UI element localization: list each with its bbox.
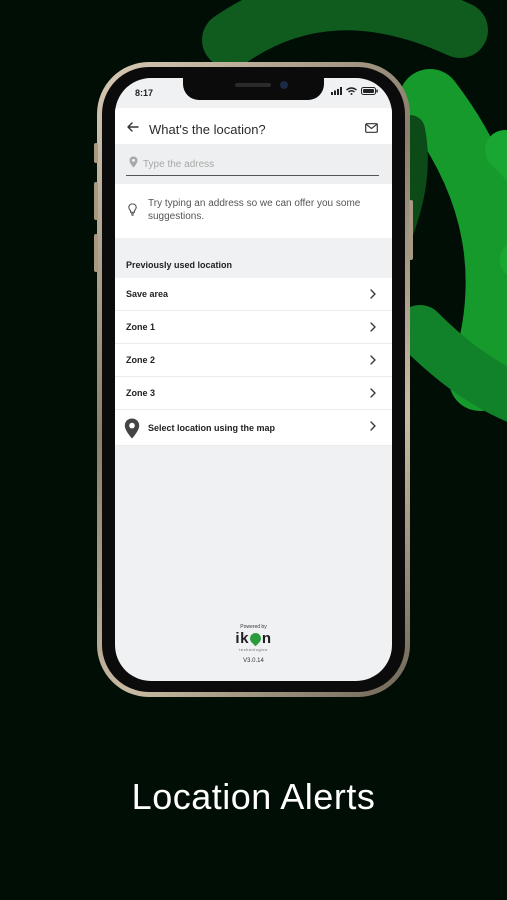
logo-subtitle: technologies [239,647,268,652]
map-option-label: Select location using the map [148,422,276,433]
ikon-logo: ik n [115,631,392,647]
app-header: What's the location? [115,108,392,144]
logo-text-left: ik [235,630,249,647]
chevron-right-icon [370,322,376,332]
select-location-on-map-item[interactable]: Select location using the map [115,410,392,446]
search-underline [126,175,379,176]
hint-text: Try typing an address so we can offer yo… [148,198,361,222]
page-title: What's the location? [149,122,266,137]
address-search-input[interactable] [143,156,363,172]
signal-icon [331,87,342,95]
location-item-label: Zone 3 [126,388,156,398]
powered-by-footer: Powered by ik n technologies V3.0.14 [115,624,392,664]
location-item-label: Zone 1 [126,322,156,332]
lightbulb-icon [128,203,137,216]
powered-by-text: Powered by [240,624,267,630]
location-pin-icon [129,156,138,168]
location-item-label: Zone 2 [126,355,156,365]
location-item-zone-2[interactable]: Zone 2 [115,344,392,377]
mute-switch [94,143,98,163]
logo-pin-mark [247,630,264,647]
chevron-right-icon [370,355,376,365]
location-item-zone-1[interactable]: Zone 1 [115,311,392,344]
wifi-icon [346,87,357,95]
previous-locations-title: Previously used location [126,260,233,270]
location-item-zone-3[interactable]: Zone 3 [115,377,392,410]
phone-screen: 8:17 What's the location? Type the adres… [115,78,392,681]
location-item-save-area[interactable]: Save area [115,278,392,311]
map-pin-icon [124,418,140,439]
chevron-right-icon [370,388,376,398]
chevron-right-icon [370,289,376,299]
previous-locations-list: Save area Zone 1 Zone 2 Zone 3 Select lo… [115,278,392,446]
speaker-grill [235,83,271,87]
chevron-right-icon [370,421,376,431]
volume-up-button [94,182,98,220]
battery-icon [361,87,378,95]
address-search [115,144,392,184]
mail-icon[interactable] [365,123,378,133]
front-camera [280,81,288,89]
marketing-caption: Location Alerts [131,776,376,817]
app-version: V3.0.14 [243,658,264,664]
logo-text-right: n [261,630,272,647]
notch [183,78,324,100]
power-button [409,200,413,260]
location-item-label: Save area [126,289,169,299]
status-time: 8:17 [135,88,154,98]
status-icons [331,87,378,95]
volume-down-button [94,234,98,272]
suggestion-hint: Try typing an address so we can offer yo… [115,184,392,238]
back-arrow-icon[interactable] [127,122,139,132]
